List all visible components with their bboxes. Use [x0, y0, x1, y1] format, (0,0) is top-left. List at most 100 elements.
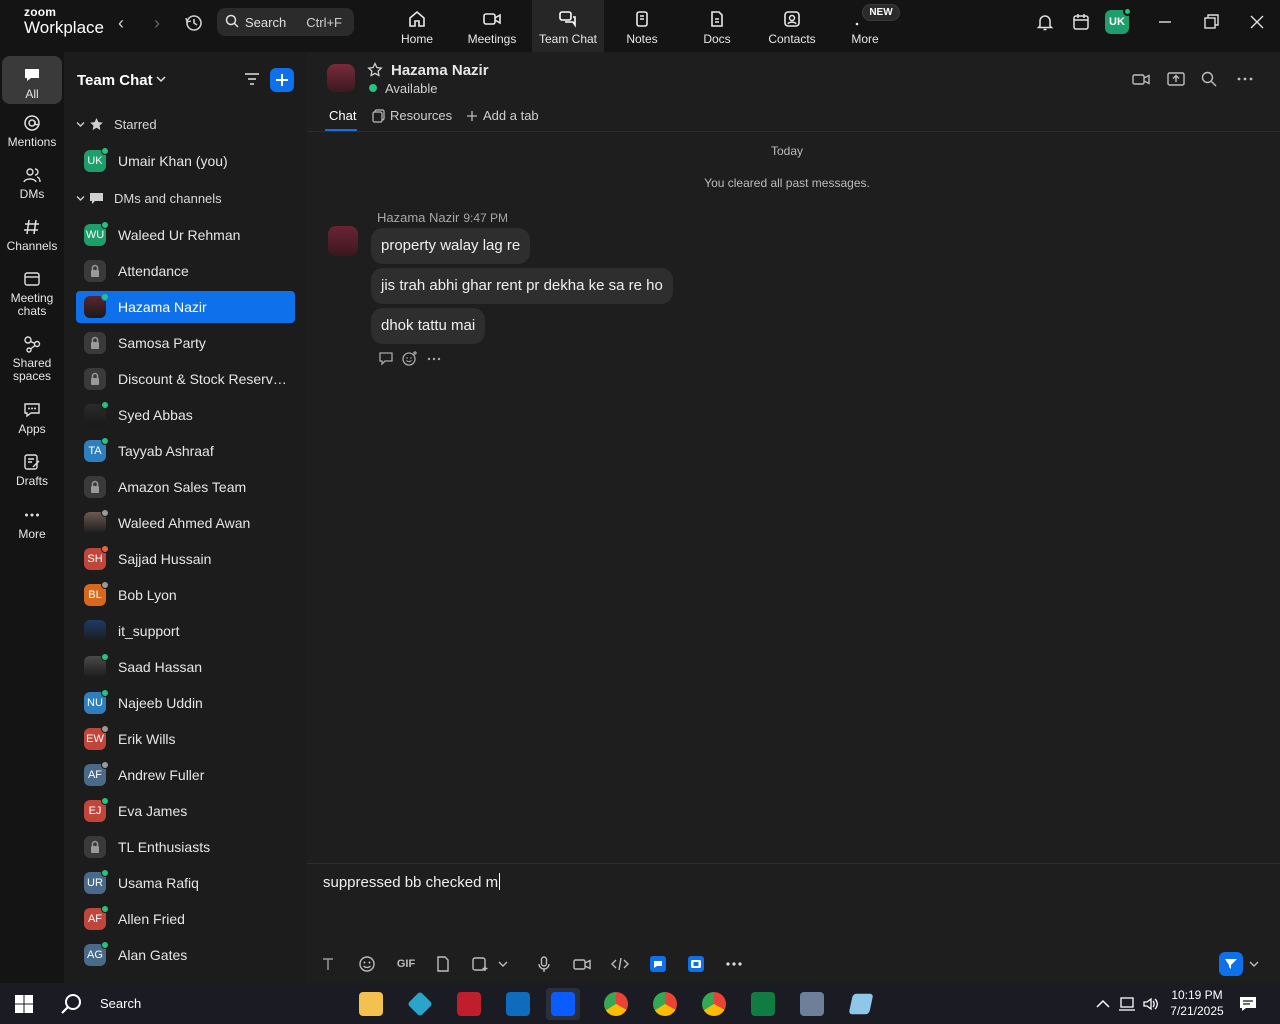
sidebar-item[interactable]: WU Waleed Ur Rehman [76, 219, 295, 251]
message-sender[interactable]: Hazama Nazir 9:47 PM [377, 210, 508, 225]
chat-title[interactable]: Hazama Nazir [391, 62, 489, 79]
send-icon[interactable] [1219, 952, 1243, 976]
taskbar-search[interactable]: Search [100, 996, 141, 1011]
section-starred[interactable]: Starred [76, 115, 296, 135]
sidebar-item[interactable]: Hazama Nazir [76, 291, 295, 323]
sidebar-item[interactable]: Saad Hassan [76, 651, 295, 683]
rail-drafts[interactable]: Drafts [2, 453, 62, 488]
sidebar-item[interactable]: AF Andrew Fuller [76, 759, 295, 791]
tab-docs[interactable]: Docs [681, 0, 753, 52]
sidebar-item[interactable]: Attendance [76, 255, 295, 287]
sidebar-item[interactable]: AF Allen Fried [76, 903, 295, 935]
section-dms-channels[interactable]: DMs and channels [76, 189, 296, 209]
search-icon[interactable] [60, 992, 84, 1016]
calendar-window-icon[interactable] [1071, 12, 1091, 32]
search-icon[interactable] [1200, 70, 1218, 88]
sidebar-item[interactable]: BL Bob Lyon [76, 579, 295, 611]
history-icon[interactable] [183, 12, 205, 34]
sidebar-item[interactable]: UR Usama Rafiq [76, 867, 295, 899]
restore-icon[interactable] [1201, 12, 1221, 32]
global-search[interactable]: Search Ctrl+F [217, 8, 354, 36]
microphone-icon[interactable] [535, 955, 553, 973]
rail-channels[interactable]: Channels [2, 218, 62, 253]
taskbar-calculator[interactable] [795, 988, 829, 1020]
message-bubble[interactable]: property walay lag re [371, 228, 531, 264]
windows-start-icon[interactable] [14, 994, 34, 1014]
sidebar-item[interactable]: Syed Abbas [76, 399, 295, 431]
sidebar-title[interactable]: Team Chat [77, 72, 153, 89]
minimize-icon[interactable] [1155, 12, 1175, 32]
contact-avatar[interactable] [327, 64, 355, 92]
taskbar-excel[interactable] [746, 988, 780, 1020]
star-outline-icon[interactable] [367, 62, 383, 78]
sidebar-item[interactable]: Waleed Ahmed Awan [76, 507, 295, 539]
sidebar-item[interactable]: EW Erik Wills [76, 723, 295, 755]
rail-all[interactable]: All [2, 56, 62, 104]
message-bubble[interactable]: jis trah abhi ghar rent pr dekha ke sa r… [371, 268, 673, 304]
message-input[interactable]: suppressed bb checked m [323, 873, 501, 891]
sidebar-item[interactable]: Discount & Stock Reservati... [76, 363, 295, 395]
screenshot-icon[interactable] [471, 955, 489, 973]
notification-center-icon[interactable] [1238, 994, 1258, 1014]
taskbar-zoom[interactable] [546, 988, 580, 1020]
back-arrow-icon[interactable]: ‹ [110, 12, 132, 34]
sidebar-item[interactable]: it_support [76, 615, 295, 647]
sidebar-item[interactable]: UK Umair Khan (you) [76, 145, 295, 177]
taskbar-chrome-2[interactable] [648, 988, 682, 1020]
sidebar-item[interactable]: Samosa Party [76, 327, 295, 359]
sender-avatar[interactable] [328, 226, 358, 256]
chevron-up-icon[interactable] [1094, 995, 1112, 1013]
tab-meetings[interactable]: Meetings [456, 0, 528, 52]
forward-arrow-icon[interactable]: › [146, 12, 168, 34]
sidebar-item[interactable]: TA Tayyab Ashraaf [76, 435, 295, 467]
sidebar-item[interactable]: TL Enthusiasts [76, 831, 295, 863]
volume-icon[interactable] [1142, 995, 1160, 1013]
chevron-down-icon[interactable] [497, 955, 509, 973]
filter-icon[interactable] [244, 71, 260, 87]
video-call-icon[interactable] [1132, 70, 1150, 88]
message-more-icon[interactable] [426, 350, 442, 366]
message-bubble[interactable]: dhok tattu mai [371, 308, 486, 344]
tab-resources[interactable]: Resources [372, 108, 452, 132]
emoji-icon[interactable] [358, 955, 376, 973]
taskbar-app-blue[interactable] [403, 988, 437, 1020]
file-icon[interactable] [434, 955, 452, 973]
taskbar-app-notes[interactable] [844, 988, 878, 1020]
sidebar-item[interactable]: AG Alan Gates [76, 939, 295, 971]
chevron-down-icon[interactable] [1248, 955, 1260, 973]
gif-button[interactable]: GIF [395, 955, 417, 973]
taskbar-clock[interactable]: 10:19 PM 7/21/2025 [1163, 987, 1231, 1019]
share-screen-icon[interactable] [1167, 70, 1185, 88]
rail-more[interactable]: More [2, 506, 62, 541]
rail-meeting-chats[interactable]: Meeting chats [2, 270, 62, 318]
sidebar-item[interactable]: NU Najeeb Uddin [76, 687, 295, 719]
reply-icon[interactable] [378, 350, 394, 366]
add-reaction-icon[interactable] [402, 350, 418, 366]
add-tab-button[interactable]: Add a tab [466, 108, 539, 132]
sidebar-item[interactable]: Amazon Sales Team [76, 471, 295, 503]
rail-mentions[interactable]: Mentions [2, 114, 62, 149]
more-tools-icon[interactable] [725, 955, 743, 973]
taskbar-outlook[interactable] [501, 988, 535, 1020]
tab-notes[interactable]: Notes [606, 0, 678, 52]
text-format-icon[interactable] [319, 955, 337, 973]
rail-dms[interactable]: DMs [2, 166, 62, 201]
sidebar-item[interactable]: SH Sajjad Hussain [76, 543, 295, 575]
rail-apps[interactable]: Apps [2, 401, 62, 436]
tab-home[interactable]: Home [381, 0, 453, 52]
sidebar-item[interactable]: EJ Eva James [76, 795, 295, 827]
user-avatar[interactable]: UK [1105, 7, 1132, 34]
chevron-down-icon[interactable] [156, 74, 166, 84]
bell-icon[interactable] [1035, 12, 1055, 32]
taskbar-chrome-3[interactable] [697, 988, 731, 1020]
tab-team-chat[interactable]: Team Chat [532, 0, 604, 52]
close-icon[interactable] [1247, 12, 1267, 32]
app-integration-icon[interactable] [649, 955, 667, 973]
network-icon[interactable] [1118, 995, 1136, 1013]
more-options-icon[interactable] [1236, 70, 1254, 88]
new-chat-plus-icon[interactable] [270, 68, 294, 92]
code-snippet-icon[interactable] [611, 955, 629, 973]
zoom-app-icon[interactable] [687, 955, 705, 973]
video-message-icon[interactable] [573, 955, 591, 973]
taskbar-chrome-1[interactable] [599, 988, 633, 1020]
